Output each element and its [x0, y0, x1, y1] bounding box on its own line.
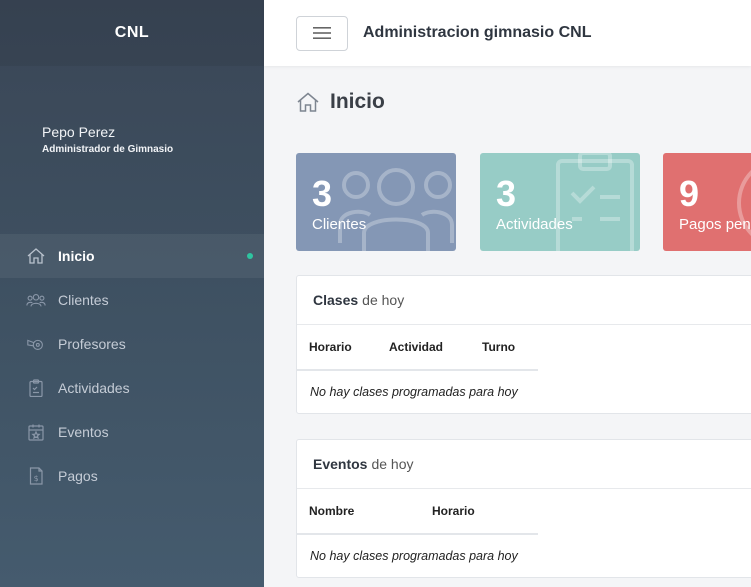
menu-toggle-button[interactable]: [296, 15, 348, 51]
events-today-panel: Eventos de hoy Nombre Horario No hay cla…: [296, 439, 751, 578]
sidebar-item-label: Actividades: [58, 380, 130, 396]
events-table: Nombre Horario No hay clases programadas…: [297, 489, 538, 577]
panel-subtitle: de hoy: [362, 292, 405, 308]
stats-cards: 3 Clientes 3 Actividades 9 Pagos pendien…: [296, 153, 751, 251]
users-icon: [25, 290, 47, 310]
page-header: Inicio: [296, 90, 385, 114]
column-header-horario: Horario: [420, 489, 538, 535]
active-indicator-dot: [247, 253, 253, 259]
column-header-turno: Turno: [470, 325, 538, 371]
sidebar-item-pagos[interactable]: $ Pagos: [0, 454, 264, 498]
sidebar-item-eventos[interactable]: Eventos: [0, 410, 264, 454]
sidebar-item-clientes[interactable]: Clientes: [0, 278, 264, 322]
panel-title: Clases: [313, 292, 359, 308]
stat-value: 3: [496, 173, 517, 214]
panel-subtitle: de hoy: [371, 456, 414, 472]
stat-card-clientes[interactable]: 3 Clientes: [296, 153, 456, 251]
page-title: Inicio: [330, 90, 385, 113]
sidebar-item-actividades[interactable]: Actividades: [0, 366, 264, 410]
stat-label: Actividades: [496, 216, 573, 233]
user-name: Pepo Perez: [42, 124, 116, 140]
user-role: Administrador de Gimnasio: [42, 144, 174, 155]
panel-header: Eventos de hoy: [297, 440, 751, 489]
whistle-icon: [25, 334, 47, 354]
svg-text:$: $: [34, 474, 39, 483]
stat-card-actividades[interactable]: 3 Actividades: [480, 153, 640, 251]
classes-today-panel: Clases de hoy Horario Actividad Turno No…: [296, 275, 751, 414]
column-header-horario: Horario: [297, 325, 377, 371]
app-title: Administracion gimnasio CNL: [363, 24, 592, 41]
sidebar-item-label: Pagos: [58, 468, 98, 484]
stat-value: 3: [312, 173, 333, 214]
sidebar-item-label: Inicio: [58, 248, 95, 264]
sidebar-nav: Inicio Clientes Profesores Actividades E…: [0, 234, 264, 498]
sidebar-item-profesores[interactable]: Profesores: [0, 322, 264, 366]
empty-table-message: No hay clases programadas para hoy: [310, 549, 518, 563]
home-icon: [297, 92, 319, 112]
sidebar-item-label: Eventos: [58, 424, 109, 440]
receipt-icon: $: [25, 466, 47, 486]
classes-table: Horario Actividad Turno No hay clases pr…: [297, 325, 538, 413]
stat-value: 9: [679, 173, 700, 214]
stat-card-pagos[interactable]: 9 Pagos pendientes: [663, 153, 751, 251]
empty-table-message: No hay clases programadas para hoy: [310, 385, 518, 399]
brand-logo[interactable]: CNL: [0, 0, 264, 66]
hamburger-icon: [313, 27, 331, 39]
stat-label: Clientes: [312, 216, 367, 233]
clock-icon: [737, 169, 751, 237]
sidebar: CNL Pepo Perez Administrador de Gimnasio…: [0, 0, 264, 587]
calendar-star-icon: [25, 422, 47, 442]
top-bar: Administracion gimnasio CNL: [264, 0, 751, 66]
column-header-nombre: Nombre: [297, 489, 420, 535]
column-header-actividad: Actividad: [377, 325, 470, 371]
stat-label: Pagos pendientes: [679, 216, 751, 233]
user-profile: Pepo Perez Administrador de Gimnasio: [0, 66, 264, 234]
home-icon: [25, 246, 47, 266]
sidebar-item-inicio[interactable]: Inicio: [0, 234, 264, 278]
main-content: Inicio 3 Clientes 3 Actividades 9 Pagos …: [264, 66, 751, 587]
panel-header: Clases de hoy: [297, 276, 751, 325]
clipboard-icon: [25, 378, 47, 398]
sidebar-item-label: Clientes: [58, 292, 109, 308]
sidebar-item-label: Profesores: [58, 336, 126, 352]
panel-title: Eventos: [313, 456, 368, 472]
